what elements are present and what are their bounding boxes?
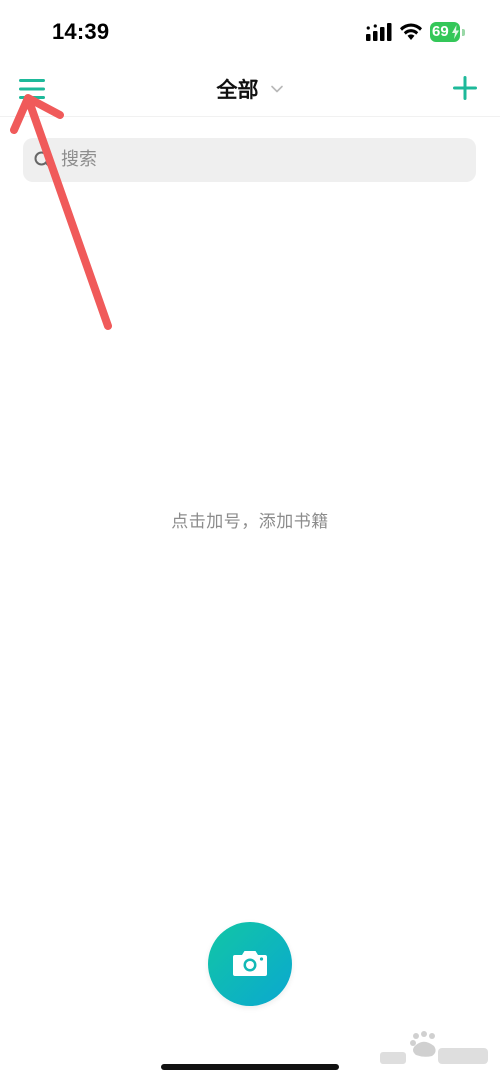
battery-cap [462, 29, 465, 36]
camera-button[interactable] [208, 922, 292, 1006]
charging-bolt-icon [452, 25, 459, 39]
home-indicator [161, 1064, 339, 1070]
empty-state-hint: 点击加号，添加书籍 [171, 512, 329, 532]
status-time: 14:39 [52, 19, 110, 44]
category-selector[interactable]: 全部 [0, 74, 500, 104]
search-placeholder: 搜索 [61, 149, 97, 170]
status-bar: 14:39 69 [0, 0, 500, 62]
chevron-down-icon [270, 85, 283, 93]
nav-bar: 全部 [0, 62, 500, 117]
battery-indicator: 69 [430, 22, 466, 42]
baidu-watermark-logo [380, 1031, 488, 1064]
camera-icon [233, 951, 267, 976]
battery-level: 69 [432, 23, 449, 40]
wifi-icon [400, 23, 422, 40]
search-icon [34, 151, 52, 169]
search-input[interactable]: 搜索 [23, 138, 476, 182]
page-title: 全部 [216, 78, 259, 102]
cellular-signal-icon [366, 23, 392, 41]
plus-icon[interactable] [451, 74, 479, 102]
